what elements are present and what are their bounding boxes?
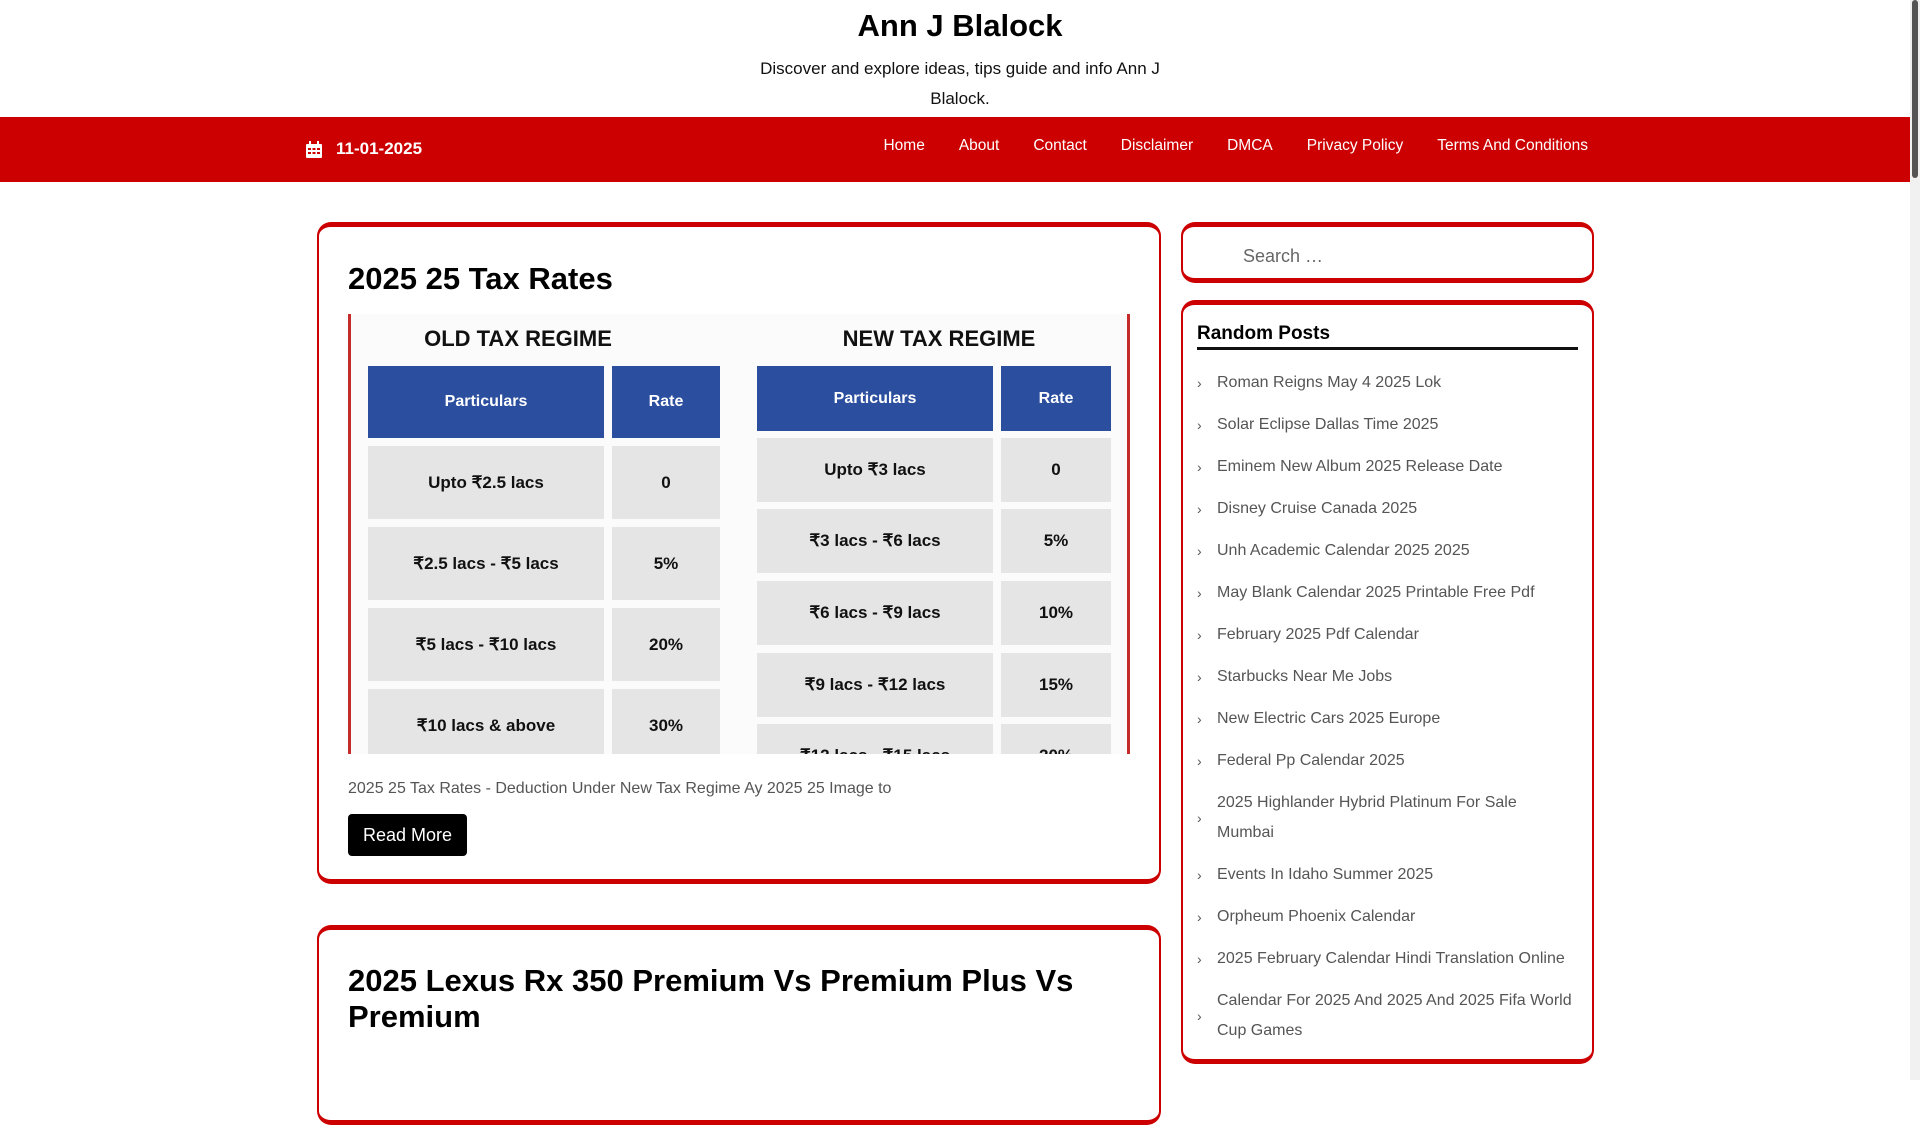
new-row-rate: 10% xyxy=(1001,581,1111,645)
new-regime-title: NEW TAX REGIME xyxy=(842,326,1036,351)
random-post-link[interactable]: Disney Cruise Canada 2025 xyxy=(1217,494,1578,524)
chevron-right-icon: › xyxy=(1197,543,1202,559)
new-row-rate: 5% xyxy=(1001,509,1111,573)
site-description: Discover and explore ideas, tips guide a… xyxy=(760,59,1160,108)
nav-link-about[interactable]: About xyxy=(959,137,1000,155)
list-item[interactable]: › Eminem New Album 2025 Release Date xyxy=(1197,452,1578,482)
random-posts-widget: Random Posts › Roman Reigns May 4 2025 Lo… xyxy=(1181,300,1594,1064)
random-post-link[interactable]: Roman Reigns May 4 2025 Lok xyxy=(1217,368,1578,398)
old-row-particulars: ₹2.5 lacs - ₹5 lacs xyxy=(368,527,604,600)
list-item[interactable]: › Calendar For 2025 And 2025 And 2025 Fif… xyxy=(1197,986,1578,1046)
chevron-right-icon: › xyxy=(1197,375,1202,391)
old-row-rate: 30% xyxy=(612,689,720,754)
chevron-right-icon: › xyxy=(1197,459,1202,475)
old-row-particulars: ₹10 lacs & above xyxy=(368,689,604,754)
random-post-link[interactable]: Federal Pp Calendar 2025 xyxy=(1217,746,1578,776)
calendar-icon xyxy=(306,140,322,158)
widget-title: Random Posts xyxy=(1197,323,1578,350)
list-item[interactable]: › New Electric Cars 2025 Europe xyxy=(1197,704,1578,734)
list-item[interactable]: › 2025 February Calendar Hindi Translatio… xyxy=(1197,944,1578,974)
random-post-link[interactable]: Eminem New Album 2025 Release Date xyxy=(1217,452,1578,482)
list-item[interactable]: › Starbucks Near Me Jobs xyxy=(1197,662,1578,692)
new-row-particulars: Upto ₹3 lacs xyxy=(757,438,993,502)
old-row-particulars: ₹5 lacs - ₹10 lacs xyxy=(368,608,604,681)
random-post-link[interactable]: 2025 Highlander Hybrid Platinum For Sale… xyxy=(1217,788,1578,848)
list-item[interactable]: › Roman Reigns May 4 2025 Lok xyxy=(1197,368,1578,398)
chevron-right-icon: › xyxy=(1197,669,1202,685)
random-posts-list: › Roman Reigns May 4 2025 Lok › Solar Ecli… xyxy=(1197,368,1578,1058)
chevron-right-icon: › xyxy=(1197,867,1202,883)
new-header-particulars: Particulars xyxy=(757,366,993,431)
list-item[interactable]: › 2025 Highlander Hybrid Platinum For Sal… xyxy=(1197,788,1578,848)
list-item[interactable]: › Unh Academic Calendar 2025 2025 xyxy=(1197,536,1578,566)
nav-link-privacy-policy[interactable]: Privacy Policy xyxy=(1307,137,1403,155)
old-row-rate: 20% xyxy=(612,608,720,681)
random-post-link[interactable]: Calendar For 2025 And 2025 And 2025 Fifa… xyxy=(1217,986,1578,1046)
chevron-right-icon: › xyxy=(1197,1008,1202,1024)
scrollbar-thumb[interactable] xyxy=(1912,0,1918,178)
site-title[interactable]: Ann J Blalock xyxy=(0,0,1920,44)
main-navbar: 11-01-2025 Home About Contact Disclaimer… xyxy=(0,117,1910,182)
post-title[interactable]: 2025 Lexus Rx 350 Premium Vs Premium Plu… xyxy=(348,963,1108,1035)
list-item[interactable]: › Federal Pp Calendar 2025 xyxy=(1197,746,1578,776)
chevron-right-icon: › xyxy=(1197,501,1202,517)
random-post-link[interactable]: Starbucks Near Me Jobs xyxy=(1217,662,1578,692)
nav-link-home[interactable]: Home xyxy=(883,137,924,155)
new-row-rate: 15% xyxy=(1001,653,1111,717)
old-header-rate: Rate xyxy=(612,366,720,438)
list-item[interactable]: › May Blank Calendar 2025 Printable Free … xyxy=(1197,578,1578,608)
old-header-particulars: Particulars xyxy=(368,366,604,438)
list-item[interactable]: › Events In Idaho Summer 2025 xyxy=(1197,860,1578,890)
chevron-right-icon: › xyxy=(1197,711,1202,727)
random-post-link[interactable]: February 2025 Pdf Calendar xyxy=(1217,620,1578,650)
random-post-link[interactable]: 2025 February Calendar Hindi Translation… xyxy=(1217,944,1578,974)
post-thumbnail[interactable]: OLD TAX REGIME Particulars Rate Upto ₹2.… xyxy=(348,314,1130,754)
new-row-rate: 0 xyxy=(1001,438,1111,502)
post-card: 2025 Lexus Rx 350 Premium Vs Premium Plu… xyxy=(317,925,1161,1125)
old-row-rate: 0 xyxy=(612,446,720,519)
site-header: Ann J Blalock Discover and explore ideas… xyxy=(0,0,1920,117)
nav-link-contact[interactable]: Contact xyxy=(1033,137,1086,155)
list-item[interactable]: › Orpheum Phoenix Calendar xyxy=(1197,902,1578,932)
chevron-right-icon: › xyxy=(1197,417,1202,433)
list-item[interactable]: › February 2025 Pdf Calendar xyxy=(1197,620,1578,650)
search-widget xyxy=(1181,222,1594,283)
post-title[interactable]: 2025 25 Tax Rates xyxy=(348,261,613,297)
nav-link-dmca[interactable]: DMCA xyxy=(1227,137,1273,155)
post-card: 2025 25 Tax Rates OLD TAX REGIME Particu… xyxy=(317,222,1161,884)
nav-date: 11-01-2025 xyxy=(306,139,422,159)
random-post-link[interactable]: Orpheum Phoenix Calendar xyxy=(1217,902,1578,932)
list-item[interactable]: › Disney Cruise Canada 2025 xyxy=(1197,494,1578,524)
new-header-rate: Rate xyxy=(1001,366,1111,431)
old-row-particulars: Upto ₹2.5 lacs xyxy=(368,446,604,519)
random-post-link[interactable]: Unh Academic Calendar 2025 2025 xyxy=(1217,536,1578,566)
current-date: 11-01-2025 xyxy=(336,139,423,158)
new-row-particulars: ₹6 lacs - ₹9 lacs xyxy=(757,581,993,645)
chevron-right-icon: › xyxy=(1197,909,1202,925)
random-post-link[interactable]: Solar Eclipse Dallas Time 2025 xyxy=(1217,410,1578,440)
new-row-particulars: ₹3 lacs - ₹6 lacs xyxy=(757,509,993,573)
chevron-right-icon: › xyxy=(1197,951,1202,967)
new-row-particulars: ₹12 lacs - ₹15 lacs xyxy=(757,724,993,754)
random-post-link[interactable]: May Blank Calendar 2025 Printable Free P… xyxy=(1217,578,1578,608)
random-post-link[interactable]: New Electric Cars 2025 Europe xyxy=(1217,704,1578,734)
read-more-button[interactable]: Read More xyxy=(348,814,468,856)
chevron-right-icon: › xyxy=(1197,753,1202,769)
chevron-right-icon: › xyxy=(1197,810,1202,826)
chevron-right-icon: › xyxy=(1197,585,1202,601)
page-scrollbar[interactable] xyxy=(1910,0,1920,1080)
list-item[interactable]: › Solar Eclipse Dallas Time 2025 xyxy=(1197,410,1578,440)
nav-link-disclaimer[interactable]: Disclaimer xyxy=(1121,137,1193,155)
post-excerpt: 2025 25 Tax Rates - Deduction Under New … xyxy=(348,780,892,797)
nav-link-terms[interactable]: Terms And Conditions xyxy=(1437,137,1588,155)
search-input[interactable] xyxy=(1241,241,1565,271)
new-row-particulars: ₹9 lacs - ₹12 lacs xyxy=(757,653,993,717)
old-row-rate: 5% xyxy=(612,527,720,600)
new-row-rate: 20% xyxy=(1001,724,1111,754)
random-post-link[interactable]: Events In Idaho Summer 2025 xyxy=(1217,860,1578,890)
chevron-right-icon: › xyxy=(1197,627,1202,643)
old-regime-title: OLD TAX REGIME xyxy=(424,326,612,351)
nav-menu: Home About Contact Disclaimer DMCA Priva… xyxy=(883,137,1588,155)
